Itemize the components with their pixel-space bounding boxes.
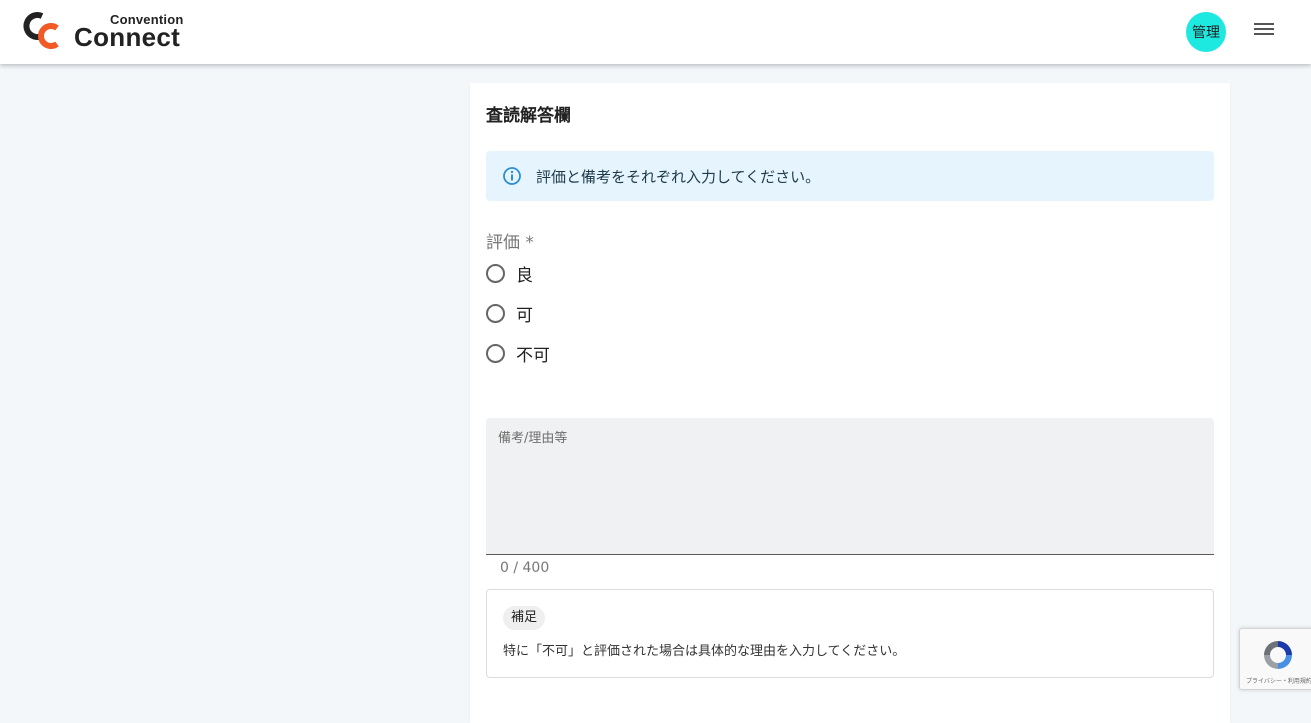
recaptcha-badge[interactable]: プライバシー・利用規約 — [1239, 628, 1311, 690]
card-title: 査読解答欄 — [486, 106, 571, 126]
radio-label: 不可 — [516, 345, 550, 366]
info-alert: 評価と備考をそれぞれ入力してください。 — [486, 151, 1214, 201]
remarks-field[interactable]: 備考/理由等 — [486, 418, 1214, 555]
supplement-chip: 補足 — [503, 606, 546, 630]
admin-avatar[interactable]: 管理 — [1186, 12, 1226, 52]
remarks-textarea[interactable] — [486, 446, 1214, 551]
rating-option-good[interactable]: 良 — [486, 260, 533, 286]
supplement-note: 補足 特に「不可」と評価された場合は具体的な理由を入力してください。 — [486, 589, 1214, 678]
logo-text-big: Connect — [74, 22, 181, 52]
recaptcha-icon — [1264, 641, 1292, 669]
rating-label: 評価 * — [486, 233, 534, 253]
rating-option-unacceptable[interactable]: 不可 — [486, 340, 550, 366]
radio-button[interactable] — [486, 263, 505, 283]
supplement-text: 特に「不可」と評価された場合は具体的な理由を入力してください。 — [503, 644, 906, 659]
radio-button[interactable] — [486, 343, 505, 363]
hamburger-menu-icon[interactable] — [1250, 20, 1278, 44]
recaptcha-privacy-terms[interactable]: プライバシー・利用規約 — [1246, 676, 1311, 685]
info-icon — [503, 167, 521, 185]
info-text: 評価と備考をそれぞれ入力してください。 — [536, 167, 821, 186]
convention-connect-logo[interactable]: Convention Connect — [22, 10, 192, 52]
radio-button[interactable] — [486, 303, 505, 323]
radio-label: 可 — [516, 305, 533, 326]
cc-logo-icon — [23, 12, 59, 49]
radio-label: 良 — [516, 265, 533, 286]
character-counter: 0 / 400 — [500, 560, 550, 576]
review-answer-card: 査読解答欄 評価と備考をそれぞれ入力してください。 評価 * 良 可 不可 備考… — [470, 83, 1230, 723]
remarks-label: 備考/理由等 — [498, 431, 568, 446]
rating-option-acceptable[interactable]: 可 — [486, 300, 533, 326]
top-app-bar: Convention Connect 管理 — [0, 0, 1311, 64]
